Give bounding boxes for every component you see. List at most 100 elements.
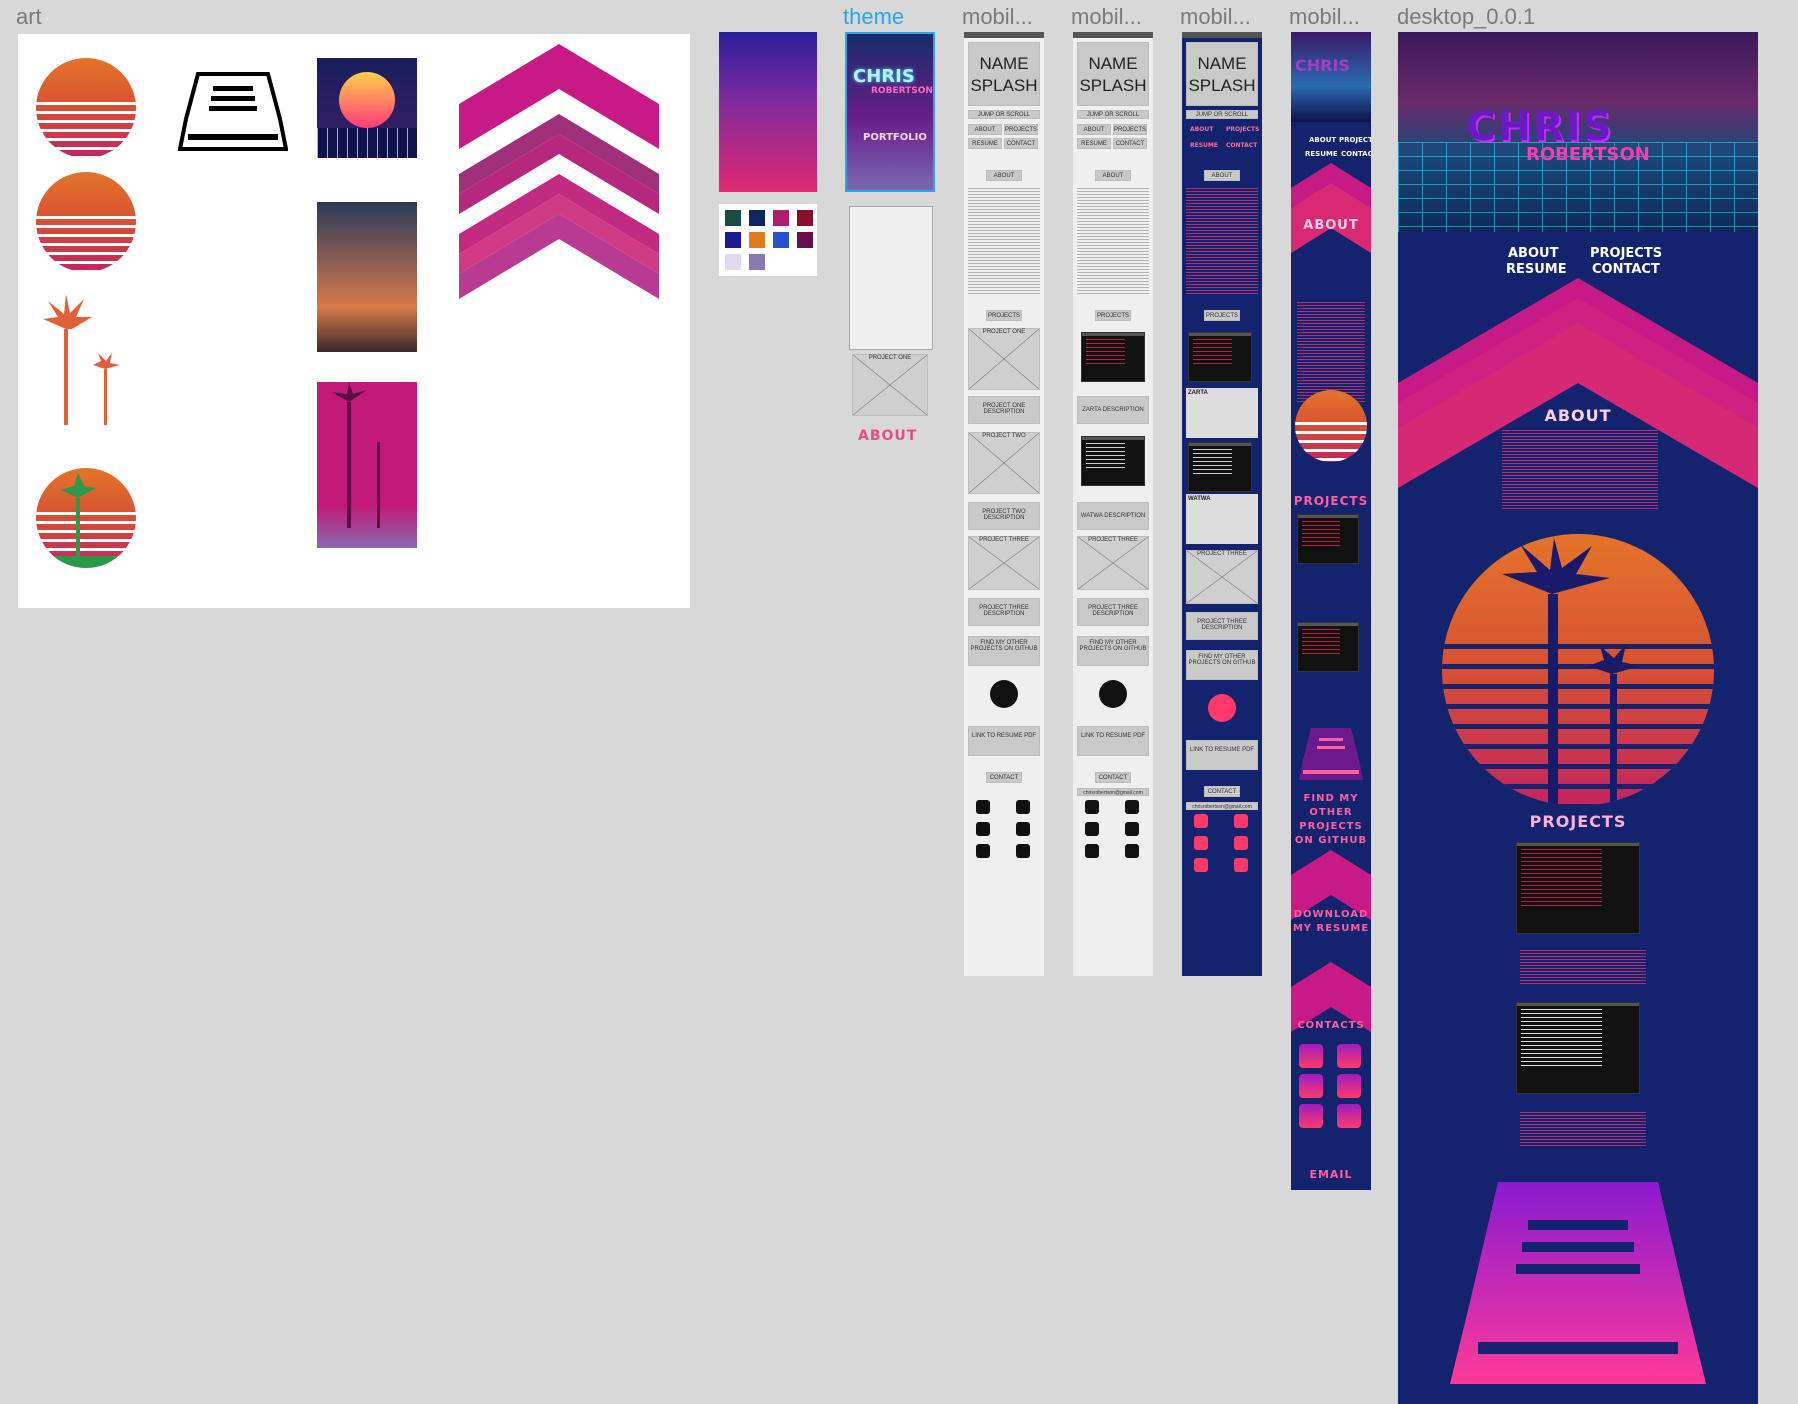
codepen-icon[interactable] xyxy=(1299,1104,1323,1128)
frame-label-mobile-3[interactable]: mobil... xyxy=(1180,4,1251,30)
m4-nav-resume[interactable]: RESUME xyxy=(1305,150,1338,158)
instagram-icon[interactable] xyxy=(1234,858,1248,872)
color-swatch[interactable] xyxy=(749,210,765,226)
instagram-icon[interactable] xyxy=(1337,1104,1361,1128)
codepen-icon[interactable] xyxy=(1085,844,1099,858)
wire-nav-item[interactable]: CONTACT xyxy=(1226,142,1257,149)
codepen-icon[interactable] xyxy=(1194,858,1208,872)
zarta-screenshot[interactable] xyxy=(1081,332,1145,382)
art-board[interactable] xyxy=(18,34,690,608)
projects-button[interactable]: PROJECTS xyxy=(986,310,1022,321)
github-icon[interactable] xyxy=(1208,694,1236,722)
twitter-icon[interactable] xyxy=(976,822,990,836)
watwa-screenshot[interactable] xyxy=(1188,442,1252,492)
contact-button[interactable]: CONTACT xyxy=(986,772,1022,783)
linkedin-icon[interactable] xyxy=(1234,814,1248,828)
desktop-project-zarta[interactable] xyxy=(1516,842,1640,934)
mobile-wireframe-1[interactable]: NAME SPLASH JUMP OR SCROLL ABOUT PROJECTS RES… xyxy=(964,32,1044,976)
about-button[interactable]: ABOUT xyxy=(1095,170,1131,181)
jump-scroll[interactable]: JUMP OR SCROLL xyxy=(1186,110,1258,119)
github-link[interactable]: FIND MY OTHER PROJECTS ON GITHUB xyxy=(1186,650,1258,680)
mobile-wireframe-2[interactable]: NAME SPLASH JUMP OR SCROLL ABOUT PROJECTS RES… xyxy=(1073,32,1153,976)
twitter-icon[interactable] xyxy=(1299,1074,1323,1098)
wire-nav-item[interactable]: CONTACT xyxy=(1113,138,1147,149)
wordpress-icon[interactable] xyxy=(1125,822,1139,836)
email-link[interactable]: chrisrobertson@gmail.com xyxy=(1186,802,1258,810)
frame-label-mobile-2[interactable]: mobil... xyxy=(1071,4,1142,30)
jump-scroll[interactable]: JUMP OR SCROLL xyxy=(1077,110,1149,119)
frame-label-mobile-4[interactable]: mobil... xyxy=(1289,4,1360,30)
m4-email-link[interactable]: EMAIL xyxy=(1291,1168,1371,1181)
github-icon[interactable] xyxy=(1085,800,1099,814)
resume-link[interactable]: LINK TO RESUME PDF xyxy=(1077,726,1149,756)
wire-nav-item[interactable]: ABOUT xyxy=(1190,126,1213,133)
m4-nav-about[interactable]: ABOUT xyxy=(1309,136,1336,144)
wire-nav-item[interactable]: PROJECTS xyxy=(1226,126,1259,133)
instagram-icon[interactable] xyxy=(1125,844,1139,858)
github-link[interactable]: FIND MY OTHER PROJECTS ON GITHUB xyxy=(1077,636,1149,666)
desktop-nav-projects[interactable]: PROJECTS xyxy=(1590,246,1662,261)
desktop-frame[interactable]: CHRIS ROBERTSON ABOUT PROJECTS RESUME CO… xyxy=(1398,32,1758,1404)
desktop-nav-contact[interactable]: CONTACT xyxy=(1592,262,1660,277)
wire-nav-item[interactable]: RESUME xyxy=(968,138,1002,149)
project-three-image[interactable]: PROJECT THREE xyxy=(1077,536,1149,590)
wire-nav-item[interactable]: RESUME xyxy=(1190,142,1218,149)
about-button[interactable]: ABOUT xyxy=(1204,170,1240,181)
wordpress-icon[interactable] xyxy=(1016,822,1030,836)
contact-button[interactable]: CONTACT xyxy=(1095,772,1131,783)
wire-nav-item[interactable]: PROJECTS xyxy=(1113,124,1147,135)
desktop-nav-about[interactable]: ABOUT xyxy=(1508,246,1558,261)
desktop-nav-resume[interactable]: RESUME xyxy=(1506,262,1567,277)
email-link[interactable]: chrisrobertson@gmail.com xyxy=(1077,788,1149,796)
color-swatch[interactable] xyxy=(725,210,741,226)
zarta-screenshot[interactable] xyxy=(1188,332,1252,382)
gradient-swatch[interactable] xyxy=(719,32,817,192)
codepen-icon[interactable] xyxy=(976,844,990,858)
color-swatch[interactable] xyxy=(749,232,765,248)
wire-nav-item[interactable]: ABOUT xyxy=(968,124,1002,135)
m4-github-heading[interactable]: FIND MY OTHER PROJECTS ON GITHUB xyxy=(1291,792,1371,848)
color-swatch[interactable] xyxy=(725,232,741,248)
instagram-icon[interactable] xyxy=(1016,844,1030,858)
project-two-image[interactable]: PROJECT TWO xyxy=(968,432,1040,494)
github-icon[interactable] xyxy=(976,800,990,814)
twitter-icon[interactable] xyxy=(1085,822,1099,836)
mobile-design-4[interactable]: CHRIS ABOUT PROJECTS RESUME CONTACT ABOU… xyxy=(1291,32,1371,1190)
color-swatch[interactable] xyxy=(773,210,789,226)
project-three-image[interactable]: PROJECT THREE xyxy=(1186,550,1258,604)
project-three-image[interactable]: PROJECT THREE xyxy=(968,536,1040,590)
frame-label-desktop[interactable]: desktop_0.0.1 xyxy=(1397,4,1535,30)
wordpress-icon[interactable] xyxy=(1234,836,1248,850)
frame-label-mobile-1[interactable]: mobil... xyxy=(962,4,1033,30)
contact-button[interactable]: CONTACT xyxy=(1204,786,1240,797)
frame-label-theme[interactable]: theme xyxy=(843,4,904,30)
color-swatch[interactable] xyxy=(797,232,813,248)
m4-nav-contact[interactable]: CONTACT xyxy=(1341,150,1371,158)
frame-label-art[interactable]: art xyxy=(16,4,42,30)
wordpress-icon[interactable] xyxy=(1337,1074,1361,1098)
theme-frame[interactable]: CHRIS ROBERTSON PORTFOLIO xyxy=(845,32,935,192)
color-swatch[interactable] xyxy=(773,232,789,248)
resume-link[interactable]: LINK TO RESUME PDF xyxy=(968,726,1040,756)
wire-nav-item[interactable]: CONTACT xyxy=(1004,138,1038,149)
color-swatch[interactable] xyxy=(725,254,741,270)
color-swatch[interactable] xyxy=(749,254,765,270)
jump-scroll[interactable]: JUMP OR SCROLL xyxy=(968,110,1040,119)
linkedin-icon[interactable] xyxy=(1016,800,1030,814)
github-icon[interactable] xyxy=(1194,814,1208,828)
mobile-wireframe-3[interactable]: NAME SPLASH JUMP OR SCROLL ABOUT PROJECTS RES… xyxy=(1182,32,1262,976)
m4-nav-projects[interactable]: PROJECTS xyxy=(1339,136,1371,144)
projects-button[interactable]: PROJECTS xyxy=(1095,310,1131,321)
resume-link[interactable]: LINK TO RESUME PDF xyxy=(1186,740,1258,770)
about-button[interactable]: ABOUT xyxy=(986,170,1022,181)
color-palette[interactable] xyxy=(719,204,817,276)
projects-button[interactable]: PROJECTS xyxy=(1204,310,1240,321)
wire-nav-item[interactable]: RESUME xyxy=(1077,138,1111,149)
twitter-icon[interactable] xyxy=(1194,836,1208,850)
desktop-project-watwa[interactable] xyxy=(1516,1002,1640,1094)
m4-download-resume[interactable]: DOWNLOAD MY RESUME xyxy=(1291,908,1371,936)
wire-nav-item[interactable]: ABOUT xyxy=(1077,124,1111,135)
linkedin-icon[interactable] xyxy=(1125,800,1139,814)
wire-nav-item[interactable]: PROJECTS xyxy=(1004,124,1038,135)
project-one-image[interactable]: PROJECT ONE xyxy=(968,328,1040,390)
